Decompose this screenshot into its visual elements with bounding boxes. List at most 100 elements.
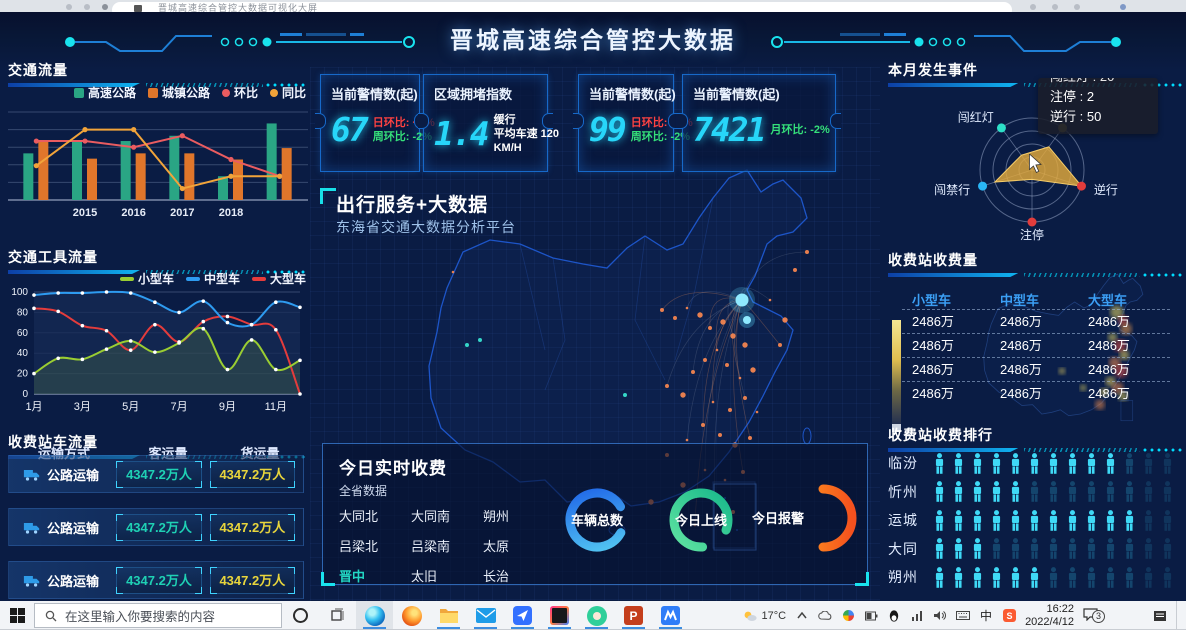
person-icon xyxy=(1086,567,1097,588)
revenue-header-row: 小型车中型车大型车 xyxy=(902,290,1170,309)
forward-icon[interactable] xyxy=(84,4,90,10)
weather-widget[interactable]: 17°C xyxy=(743,610,786,622)
bookmark-icon[interactable] xyxy=(1052,4,1058,10)
person-icon xyxy=(953,453,964,474)
person-icon xyxy=(1029,538,1040,559)
dashboard: 晋城高速综合管控大数据 交通流量 高速公路城镇公路环比同比 2015201620… xyxy=(0,12,1186,601)
transport-mode-label: 公路运输 xyxy=(47,518,99,537)
revenue-cell: 2486万 xyxy=(902,382,990,405)
svg-text:闯红灯: 闯红灯 xyxy=(958,109,994,124)
ranking-icons xyxy=(934,481,1173,502)
legend-item[interactable]: 大型车 xyxy=(252,270,306,287)
truck-icon xyxy=(23,521,41,534)
legend-item[interactable]: 小型车 xyxy=(120,270,174,287)
svg-text:2015: 2015 xyxy=(73,207,97,219)
address-bar[interactable]: 晋城高速综合管控大数据可视化大屏 xyxy=(112,2,1012,12)
legend-item[interactable]: 高速公路 xyxy=(74,84,136,101)
person-icon xyxy=(1067,510,1078,531)
svg-text:3月: 3月 xyxy=(74,401,91,413)
stat-title: 当前警情数(起) xyxy=(693,84,827,103)
taskbar-app-cortana[interactable] xyxy=(282,601,319,630)
transport-mode: 公路运输 xyxy=(9,518,116,537)
battery-tray-icon[interactable] xyxy=(864,611,878,621)
person-icon xyxy=(991,510,1002,531)
network-tray-icon[interactable] xyxy=(910,611,924,621)
legend-item[interactable]: 城镇公路 xyxy=(148,84,210,101)
revenue-heatmap-area: 0 小型车中型车大型车2486万2486万2486万2486万2486万2486… xyxy=(888,268,1186,430)
taskbar-app-mastergo[interactable] xyxy=(652,601,689,630)
volume-tray-icon[interactable] xyxy=(933,610,947,621)
revenue-column-header: 小型车 xyxy=(902,290,990,309)
notification-center-button[interactable]: 3 xyxy=(1083,608,1098,624)
taskbar-app-contacts[interactable] xyxy=(578,601,615,630)
person-icon xyxy=(1048,567,1059,588)
drive-tray-icon[interactable] xyxy=(841,610,855,621)
taskbar-app-edge[interactable] xyxy=(356,601,393,630)
stat-value-row: 7421月环比: -2% xyxy=(693,113,827,147)
person-icon xyxy=(934,567,945,588)
ranking-row: 运城 xyxy=(888,507,1173,533)
svg-text:注停: 注停 xyxy=(1020,227,1044,242)
person-icon xyxy=(953,567,964,588)
person-icon xyxy=(991,481,1002,502)
person-icon xyxy=(991,538,1002,559)
vehicle-flow-chart[interactable]: 0204060801001月3月5月7月9月11月 xyxy=(4,286,310,418)
taskbar-clock[interactable]: 16:222022/4/12 xyxy=(1025,603,1074,629)
back-icon[interactable] xyxy=(66,4,72,10)
person-icon xyxy=(1048,510,1059,531)
file-explorer-icon xyxy=(439,607,459,624)
taskbar-app-idea[interactable] xyxy=(541,601,578,630)
show-desktop-button[interactable] xyxy=(1176,601,1180,630)
revenue-cell: 2486万 xyxy=(990,310,1078,333)
table-row: 2486万2486万2486万 xyxy=(902,309,1170,333)
legend-item[interactable]: 同比 xyxy=(270,84,306,101)
taskbar-search[interactable]: 在这里输入你要搜索的内容 xyxy=(34,603,282,628)
taskbar-app-mail[interactable] xyxy=(467,601,504,630)
reload-icon[interactable] xyxy=(102,4,108,10)
traffic-flow-chart[interactable]: 2015201620172018 xyxy=(6,104,310,224)
taskbar-app-powerpoint[interactable]: P xyxy=(615,601,652,630)
menu-icon[interactable] xyxy=(1120,4,1126,10)
person-icon xyxy=(1124,510,1135,531)
person-icon xyxy=(934,453,945,474)
legend-label: 环比 xyxy=(234,84,258,101)
stat-card: 当前警情数(起) 7421月环比: -2% xyxy=(682,74,836,172)
corner-bracket-icon xyxy=(320,188,336,204)
person-icon xyxy=(1067,481,1078,502)
mastergo-icon xyxy=(661,606,680,625)
ime-indicator[interactable]: 中 xyxy=(979,607,993,624)
tray-expand-button[interactable] xyxy=(795,612,809,619)
svg-text:60: 60 xyxy=(17,328,29,339)
person-icon xyxy=(991,453,1002,474)
qq-tray-icon[interactable] xyxy=(887,610,901,622)
task-view-icon xyxy=(330,608,345,623)
table-row: 公路运输4347.2万人4347.2万人 xyxy=(8,455,304,493)
legend-item[interactable]: 中型车 xyxy=(186,270,240,287)
person-icon xyxy=(1105,567,1116,588)
ranking-row: 大同 xyxy=(888,536,1173,562)
edge-icon xyxy=(365,606,385,626)
person-icon xyxy=(1048,481,1059,502)
cortana-icon xyxy=(293,608,308,623)
sogou-tray-icon[interactable]: S xyxy=(1002,609,1016,622)
legend-item[interactable]: 环比 xyxy=(222,84,258,101)
onedrive-icon[interactable] xyxy=(818,611,832,620)
start-button[interactable] xyxy=(0,601,34,630)
taskbar-app-feishu[interactable] xyxy=(504,601,541,630)
person-icon xyxy=(1124,538,1135,559)
search-placeholder: 在这里输入你要搜索的内容 xyxy=(65,606,215,625)
person-icon xyxy=(1143,538,1154,559)
freight-volume: 4347.2万人 xyxy=(210,567,295,594)
table-row: 2486万2486万2486万 xyxy=(902,333,1170,357)
profile-icon[interactable] xyxy=(1074,4,1080,10)
extension-icon[interactable] xyxy=(1030,4,1036,10)
taskbar-app-firefox[interactable] xyxy=(393,601,430,630)
person-icon xyxy=(1162,481,1173,502)
tooltip-line: 注停 : 2 xyxy=(1050,87,1146,107)
realtime-gauges[interactable]: 车辆总数今日上线今日报警 xyxy=(323,444,869,586)
action-center-icon[interactable] xyxy=(1153,610,1167,622)
touch-keyboard-icon[interactable] xyxy=(956,611,970,620)
taskbar-app-file-explorer[interactable] xyxy=(430,601,467,630)
taskbar-app-task-view[interactable] xyxy=(319,601,356,630)
ranking-icons xyxy=(934,453,1173,474)
